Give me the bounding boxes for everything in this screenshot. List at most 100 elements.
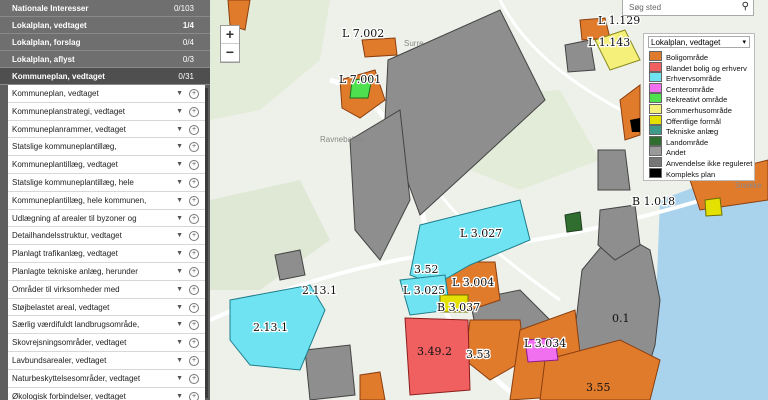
add-layer-icon[interactable]: +: [189, 302, 199, 313]
add-layer-icon[interactable]: +: [189, 266, 199, 277]
layer-item[interactable]: Kommuneplan, vedtaget ▼ +: [8, 85, 205, 103]
group-label: Lokalplan, forslag: [12, 38, 81, 47]
chevron-down-icon[interactable]: ▼: [176, 156, 183, 173]
add-layer-icon[interactable]: +: [189, 106, 199, 117]
add-layer-icon[interactable]: +: [189, 177, 199, 188]
group-lokalplan-aflyst[interactable]: Lokalplan, aflyst 0/3: [0, 51, 210, 68]
legend-item: Boligområde: [649, 51, 708, 62]
group-lokalplan-vedtaget[interactable]: Lokalplan, vedtaget 1/4: [0, 17, 210, 34]
layer-item[interactable]: Kommuneplanrammer, vedtaget ▼ +: [8, 120, 205, 139]
add-layer-icon[interactable]: +: [189, 89, 199, 99]
zoom-control: + −: [220, 25, 240, 63]
layer-item[interactable]: Særlig værdifuldt landbrugsområde, ▼ +: [8, 316, 205, 335]
map-label: B 3.037: [437, 301, 480, 314]
add-layer-icon[interactable]: +: [189, 142, 199, 153]
chevron-down-icon[interactable]: ▼: [176, 388, 183, 400]
area-andet-south[interactable]: [304, 344, 356, 400]
add-layer-icon[interactable]: +: [189, 338, 199, 349]
group-count: 0/3: [182, 55, 194, 64]
group-kommuneplan-vedtaget[interactable]: Kommuneplan, vedtaget 0/31: [0, 68, 210, 85]
layer-item-label: Planlagt trafikanlæg, vedtaget: [12, 249, 118, 259]
map-label: L 3.034: [524, 337, 566, 350]
layer-item-label: Udlægning af arealer til byzoner og: [12, 213, 137, 223]
legend-item: Blandet bolig og erhverv: [649, 61, 747, 73]
add-layer-icon[interactable]: +: [189, 195, 199, 206]
legend-layer-select[interactable]: Lokalplan, vedtaget ▾: [648, 36, 750, 48]
chevron-down-icon[interactable]: ▼: [176, 245, 183, 262]
layer-item[interactable]: Kommuneplantillæg, hele kommunen, ▼ +: [8, 191, 205, 210]
layer-item[interactable]: Statslige kommuneplantillæg, ▼ +: [8, 138, 205, 157]
layer-item-label: Særlig værdifuldt landbrugsområde,: [12, 320, 140, 330]
layer-item[interactable]: Planlagte tekniske anlæg, herunder ▼ +: [8, 262, 205, 281]
layer-item-label: Planlagte tekniske anlæg, herunder: [12, 266, 138, 276]
search-input[interactable]: Søg sted: [629, 3, 661, 12]
add-layer-icon[interactable]: +: [189, 373, 199, 384]
area-offentlig-east[interactable]: [704, 197, 723, 217]
layer-item[interactable]: Kommuneplantillæg, vedtaget ▼ +: [8, 156, 205, 174]
chevron-down-icon[interactable]: ▼: [176, 227, 183, 244]
group-label: Lokalplan, aflyst: [12, 55, 75, 64]
layer-item[interactable]: Planlagt trafikanlæg, vedtaget ▼ +: [8, 245, 205, 263]
chevron-down-icon[interactable]: ▼: [176, 316, 183, 333]
chevron-down-icon[interactable]: ▼: [176, 281, 183, 298]
place-search[interactable]: Søg sted ⚲: [622, 0, 754, 16]
chevron-down-icon[interactable]: ▼: [176, 103, 183, 120]
layer-item[interactable]: Statslige kommuneplantillæg, hele ▼ +: [8, 173, 205, 192]
legend-item: Andet: [649, 146, 686, 157]
chevron-down-icon[interactable]: ▼: [176, 174, 183, 191]
place-ravnebakke: Ravnebakke: [320, 135, 365, 144]
layer-item-label: Statslige kommuneplantillæg,: [12, 142, 117, 152]
scrollbar[interactable]: [205, 88, 208, 398]
add-layer-icon[interactable]: +: [189, 124, 199, 135]
group-nationale-interesser[interactable]: Nationale Interesser 0/103: [0, 0, 210, 17]
chevron-down-icon[interactable]: ▼: [176, 370, 183, 387]
search-icon[interactable]: ⚲: [742, 1, 749, 12]
layer-item-label: Kommuneplanrammer, vedtaget: [12, 124, 126, 134]
layer-item[interactable]: Detailhandelsstruktur, vedtaget ▼ +: [8, 227, 205, 246]
chevron-down-icon[interactable]: ▼: [176, 85, 183, 102]
add-layer-icon[interactable]: +: [189, 160, 199, 171]
layer-item-label: Skovrejsningsområder, vedtaget: [12, 338, 127, 348]
area-bolig-s2[interactable]: [359, 371, 386, 400]
legend-swatch: [649, 167, 662, 178]
layer-item-label: Kommuneplantillæg, vedtaget: [12, 160, 118, 170]
map-label: L 3.027: [460, 227, 502, 240]
layer-item[interactable]: Områder til virksomheder med ▼ +: [8, 280, 205, 299]
layer-item[interactable]: Udlægning af arealer til byzoner og ▼ +: [8, 209, 205, 228]
legend-swatch: [649, 72, 662, 83]
add-layer-icon[interactable]: +: [189, 231, 199, 242]
layer-item[interactable]: Kommuneplanstrategi, vedtaget ▼ +: [8, 102, 205, 121]
layer-item[interactable]: Naturbeskyttelsesområder, vedtaget ▼ +: [8, 369, 205, 388]
chevron-down-icon[interactable]: ▼: [176, 263, 183, 280]
add-layer-icon[interactable]: +: [189, 284, 199, 295]
legend-item: Rekreativt område: [649, 93, 727, 104]
area-andet-east[interactable]: [597, 149, 631, 191]
chevron-down-icon[interactable]: ▼: [176, 192, 183, 209]
chevron-down-icon[interactable]: ▼: [176, 299, 183, 316]
add-layer-icon[interactable]: +: [189, 391, 199, 400]
layer-item[interactable]: Lavbundsarealer, vedtaget ▼ +: [8, 351, 205, 370]
layer-item[interactable]: Økologisk forbindelser, vedtaget ▼ +: [8, 387, 205, 400]
area-bolig-l7002[interactable]: [361, 37, 398, 58]
chevron-down-icon[interactable]: ▼: [176, 121, 183, 138]
chevron-down-icon[interactable]: ▼: [176, 334, 183, 351]
legend-item: Centerområde: [649, 82, 714, 94]
add-layer-icon[interactable]: +: [189, 355, 199, 366]
chevron-down-icon[interactable]: ▼: [176, 352, 183, 369]
add-layer-icon[interactable]: +: [189, 213, 199, 224]
area-landomraade[interactable]: [564, 211, 583, 233]
add-layer-icon[interactable]: +: [189, 320, 199, 331]
chevron-down-icon[interactable]: ▼: [176, 138, 183, 155]
legend-item: Anvendelse ikke reguleret: [649, 157, 752, 168]
group-label: Lokalplan, vedtaget: [12, 21, 87, 30]
legend-swatch: [649, 114, 662, 125]
layer-item[interactable]: Støjbelastet areal, vedtaget ▼ +: [8, 298, 205, 317]
zoom-in-button[interactable]: +: [221, 26, 239, 44]
layer-item-label: Områder til virksomheder med: [12, 284, 120, 294]
zoom-out-button[interactable]: −: [221, 44, 239, 62]
add-layer-icon[interactable]: +: [189, 249, 199, 260]
group-lokalplan-forslag[interactable]: Lokalplan, forslag 0/4: [0, 34, 210, 51]
chevron-down-icon[interactable]: ▼: [176, 210, 183, 227]
area-andet-small[interactable]: [274, 249, 306, 281]
layer-item[interactable]: Skovrejsningsområder, vedtaget ▼ +: [8, 334, 205, 352]
